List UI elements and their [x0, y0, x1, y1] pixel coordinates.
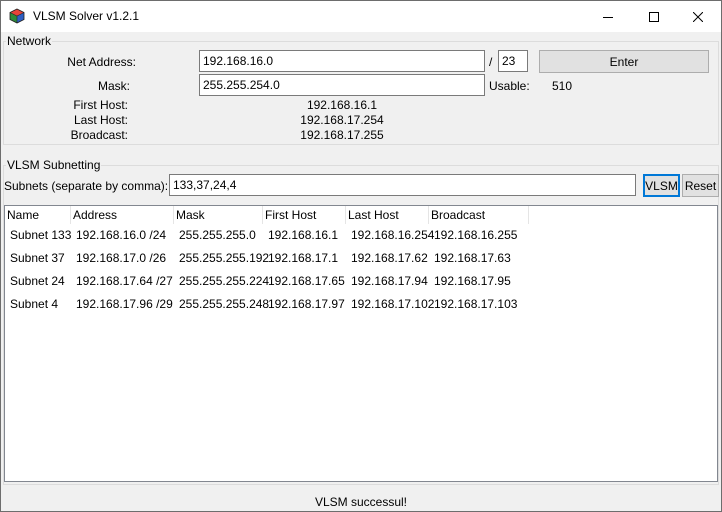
column-header-last-host[interactable]: Last Host: [346, 206, 429, 224]
status-message: VLSM successul!: [314, 495, 408, 509]
results-table[interactable]: Name Address Mask First Host Last Host B…: [4, 205, 718, 482]
broadcast-label: Broadcast:: [70, 128, 128, 142]
column-header-name[interactable]: Name: [5, 206, 71, 224]
usable-value: 510: [552, 79, 573, 93]
table-header: Name Address Mask First Host Last Host B…: [5, 206, 717, 224]
cell-address: 192.168.16.0 /24: [76, 228, 167, 242]
cell-mask: 255.255.255.248: [179, 297, 270, 311]
subnets-input[interactable]: [169, 174, 636, 196]
last-host-label: Last Host:: [73, 113, 128, 127]
table-row[interactable]: Subnet 24 192.168.17.64 /27 255.255.255.…: [5, 270, 717, 293]
table-row[interactable]: Subnet 37 192.168.17.0 /26 255.255.255.1…: [5, 247, 717, 270]
minimize-button[interactable]: [585, 1, 631, 32]
cell-last-host: 192.168.17.102: [351, 297, 435, 311]
cell-mask: 255.255.255.224: [179, 274, 270, 288]
cell-mask: 255.255.255.192: [179, 251, 270, 265]
close-button[interactable]: [675, 1, 721, 32]
window-title: VLSM Solver v1.2.1: [33, 9, 140, 23]
table-row[interactable]: Subnet 133 192.168.16.0 /24 255.255.255.…: [5, 224, 717, 247]
usable-label: Usable:: [489, 79, 530, 93]
app-window: VLSM Solver v1.2.1 Network Net Address: …: [0, 0, 722, 512]
maximize-button[interactable]: [631, 1, 677, 32]
cell-broadcast: 192.168.17.103: [434, 297, 518, 311]
cell-broadcast: 192.168.17.95: [434, 274, 511, 288]
mask-input[interactable]: [199, 74, 485, 96]
cell-first-host: 192.168.17.97: [268, 297, 345, 311]
enter-button[interactable]: Enter: [539, 50, 709, 73]
slash-label: /: [489, 55, 493, 69]
first-host-value: 192.168.16.1: [306, 98, 378, 112]
cell-address: 192.168.17.64 /27: [76, 274, 173, 288]
cell-last-host: 192.168.16.254: [351, 228, 435, 242]
column-header-first-host[interactable]: First Host: [263, 206, 346, 224]
first-host-label: First Host:: [73, 98, 128, 112]
cube-app-icon: [9, 8, 25, 24]
cell-name: Subnet 133: [10, 228, 72, 242]
last-host-value: 192.168.17.254: [300, 113, 384, 127]
vlsm-legend: VLSM Subnetting: [7, 158, 101, 172]
cell-first-host: 192.168.17.65: [268, 274, 345, 288]
column-header-mask[interactable]: Mask: [174, 206, 263, 224]
column-header-address[interactable]: Address: [71, 206, 174, 224]
cell-mask: 255.255.255.0: [179, 228, 256, 242]
title-bar[interactable]: VLSM Solver v1.2.1: [1, 1, 721, 32]
cell-name: Subnet 24: [10, 274, 65, 288]
broadcast-value: 192.168.17.255: [300, 128, 384, 142]
maximize-icon: [649, 11, 659, 22]
minimize-icon: [603, 16, 613, 18]
column-header-broadcast[interactable]: Broadcast: [429, 206, 529, 224]
cell-last-host: 192.168.17.94: [351, 274, 428, 288]
network-legend: Network: [7, 34, 52, 48]
cell-address: 192.168.17.96 /29: [76, 297, 173, 311]
cell-first-host: 192.168.16.1: [268, 228, 339, 242]
net-address-label: Net Address:: [67, 55, 136, 69]
cell-last-host: 192.168.17.62: [351, 251, 428, 265]
cell-first-host: 192.168.17.1: [268, 251, 339, 265]
cell-broadcast: 192.168.16.255: [434, 228, 518, 242]
mask-label: Mask:: [97, 79, 130, 93]
cell-name: Subnet 4: [10, 297, 59, 311]
vlsm-button[interactable]: VLSM: [643, 174, 680, 197]
reset-button[interactable]: Reset: [682, 174, 719, 197]
prefix-input[interactable]: [498, 50, 528, 72]
cell-name: Subnet 37: [10, 251, 65, 265]
subnets-label: Subnets (separate by comma):: [4, 179, 169, 193]
net-address-input[interactable]: [199, 50, 485, 72]
cell-address: 192.168.17.0 /26: [76, 251, 167, 265]
close-icon: [693, 11, 703, 22]
cell-broadcast: 192.168.17.63: [434, 251, 511, 265]
table-row[interactable]: Subnet 4 192.168.17.96 /29 255.255.255.2…: [5, 293, 717, 316]
